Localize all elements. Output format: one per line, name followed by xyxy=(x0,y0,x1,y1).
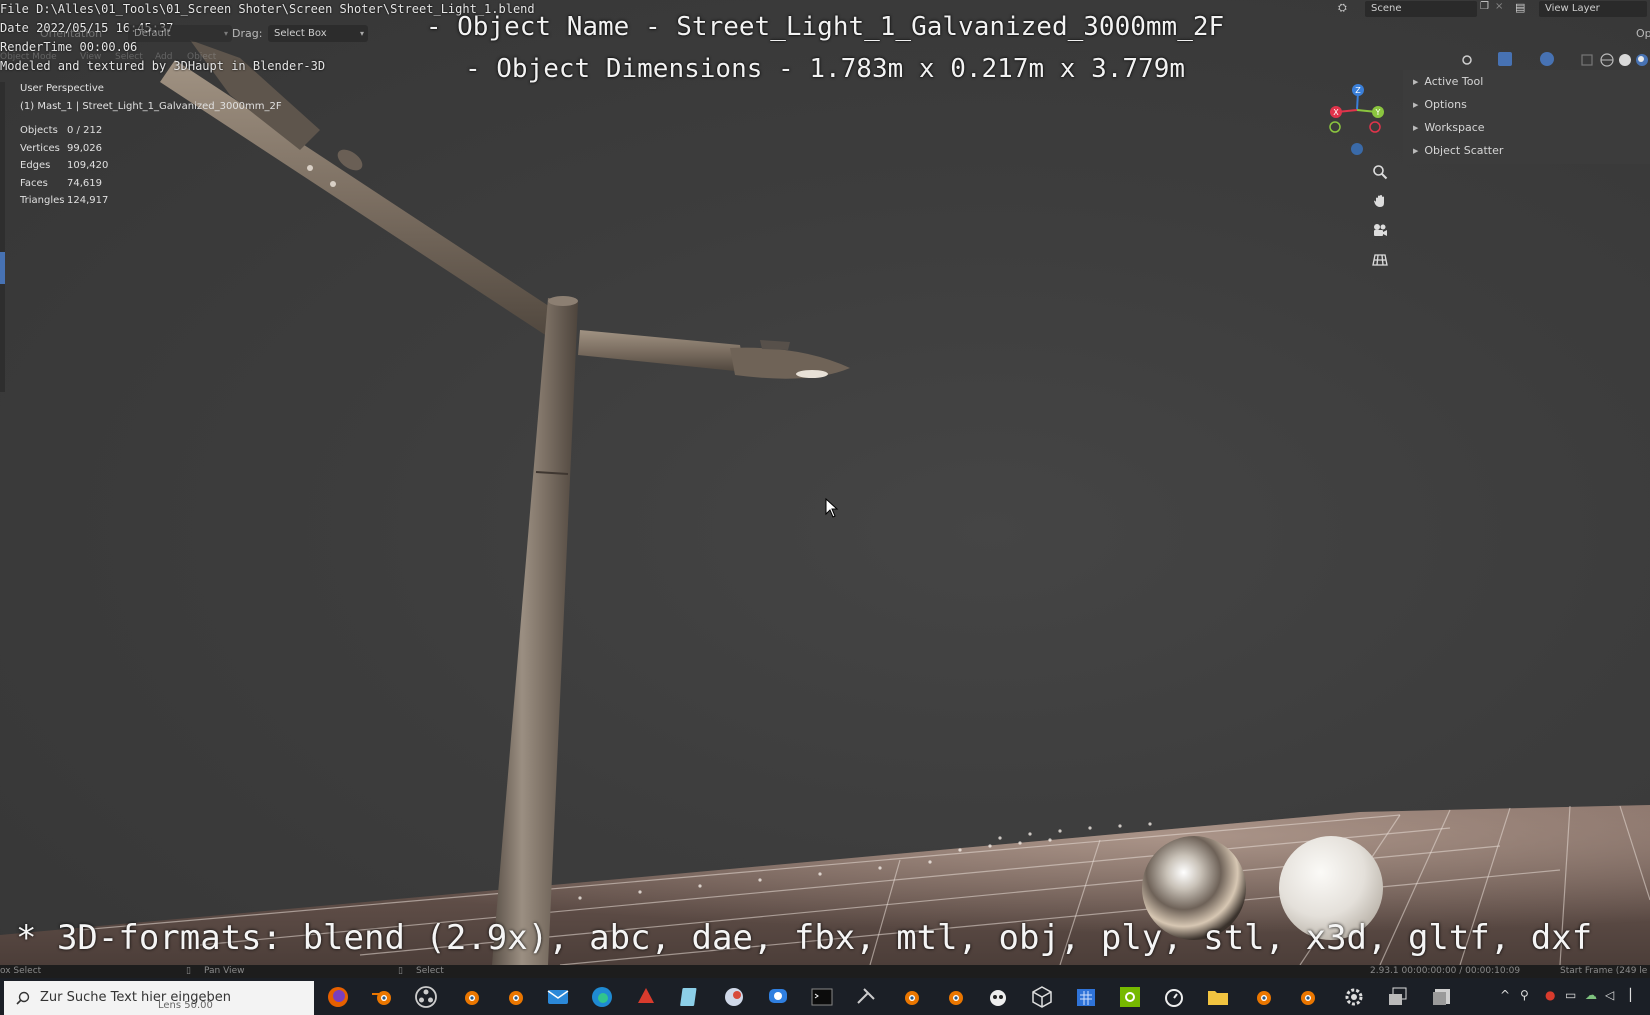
status-version-time: 2.93.1 00:00:00:00 / 00:00:10:09 xyxy=(1370,966,1521,976)
axis-z-label: Z xyxy=(1355,86,1361,95)
app-red-icon[interactable] xyxy=(634,985,658,1009)
blender-active-icon[interactable] xyxy=(898,985,922,1009)
object-dimensions-overlay: - Object Dimensions - 1.783m x 0.217m x … xyxy=(464,54,1186,84)
folder-icon[interactable] xyxy=(1206,985,1230,1009)
stat-key: Edges xyxy=(20,160,51,172)
disclosure-triangle-icon: ▶ xyxy=(1413,101,1419,109)
camera-icon[interactable] xyxy=(1368,218,1392,242)
lens-ghost-text: Lens 50.00 xyxy=(158,1000,213,1011)
new-scene-icon[interactable]: ❐ xyxy=(1480,1,1489,12)
mouse-icon: ▯ xyxy=(186,966,191,976)
speaker-icon[interactable]: ◁ xyxy=(1605,988,1614,1002)
blender-icon[interactable] xyxy=(502,985,526,1009)
navigation-gizmo[interactable]: Z Y X xyxy=(1325,82,1385,157)
close-icon[interactable]: × xyxy=(1495,1,1503,12)
window-stack-icon[interactable] xyxy=(1386,985,1410,1009)
taskbar: Zur Suche Text hier eingeben Lens 50.00 … xyxy=(0,978,1650,1015)
cube-icon[interactable] xyxy=(1030,985,1054,1009)
gear-icon[interactable] xyxy=(1342,985,1366,1009)
battery-tray-icon[interactable]: ▭ xyxy=(1565,988,1576,1002)
cloud-tray-icon[interactable]: ☁ xyxy=(1585,988,1597,1002)
zoom-icon[interactable] xyxy=(1368,160,1392,184)
stat-value: 74,619 xyxy=(67,177,102,189)
window-stack-icon[interactable] xyxy=(1430,985,1454,1009)
stat-key: Vertices xyxy=(20,142,60,154)
network-tray-icon[interactable]: ⚲ xyxy=(1520,988,1529,1002)
blender-icon[interactable] xyxy=(942,985,966,1009)
3d-viewport[interactable]: File D:\Alles\01_Tools\01_Screen Shoter\… xyxy=(0,0,1650,965)
status-box-select: ox Select xyxy=(0,966,42,976)
toolbar-edge[interactable] xyxy=(0,82,5,392)
sidebar-panel: ▶ Active Tool ▶ Options ▶ Workspace ▶ Object… xyxy=(1403,70,1650,164)
stats-row: Vertices 99,026 xyxy=(20,140,108,158)
stats-row: Faces 74,619 xyxy=(20,175,108,193)
obs-icon[interactable] xyxy=(414,985,438,1009)
mouse-cursor-icon xyxy=(825,498,839,518)
search-icon xyxy=(16,991,30,1005)
disclosure-triangle-icon: ▶ xyxy=(1413,147,1419,155)
blender-icon[interactable] xyxy=(1250,985,1274,1009)
nvidia-icon[interactable] xyxy=(1118,985,1142,1009)
viewport-stats: User Perspective (1) Mast_1 | Street_Lig… xyxy=(20,80,282,210)
edge-icon[interactable] xyxy=(590,985,614,1009)
stats-table: Objects 0 / 212 Vertices 99,026 Edges 109,4… xyxy=(20,122,108,210)
blender-icon[interactable] xyxy=(370,985,394,1009)
mouse-icon: ▯ xyxy=(398,966,403,976)
notes-icon[interactable] xyxy=(678,985,702,1009)
axis-neg-x-icon[interactable] xyxy=(1369,121,1381,133)
mail-icon[interactable] xyxy=(546,985,570,1009)
stat-value: 99,026 xyxy=(67,142,102,154)
sidebar-item-label: Workspace xyxy=(1424,121,1485,134)
sidebar-item-workspace[interactable]: ▶ Workspace xyxy=(1403,116,1650,139)
terminal-icon[interactable] xyxy=(810,985,834,1009)
stat-value: 124,917 xyxy=(67,195,109,207)
status-pan-view: Pan View xyxy=(204,966,245,976)
axis-neg-z-icon[interactable] xyxy=(1351,143,1363,155)
status-select: Select xyxy=(416,966,444,976)
stats-row: Triangles 124,917 xyxy=(20,192,108,210)
stat-key: Triangles xyxy=(20,195,65,207)
firefox-icon[interactable] xyxy=(326,985,350,1009)
tools-icon[interactable] xyxy=(854,985,878,1009)
formats-banner: * 3D-formats: blend (2.9x), abc, dae, fb… xyxy=(16,918,1593,958)
grid-icon[interactable] xyxy=(1368,247,1392,271)
blender-icon[interactable] xyxy=(458,985,482,1009)
calendar-icon[interactable] xyxy=(1074,985,1098,1009)
status-start-frame: Start Frame (249 le xyxy=(1560,966,1648,976)
stat-key: Objects xyxy=(20,125,58,137)
security-tray-icon[interactable]: ● xyxy=(1545,988,1555,1002)
active-object-label: (1) Mast_1 | Street_Light_1_Galvanized_3… xyxy=(20,101,282,112)
sidebar-item-object-scatter[interactable]: ▶ Object Scatter xyxy=(1403,139,1650,162)
chat-app-icon[interactable] xyxy=(766,985,790,1009)
status-bar: ox Select ▯ Pan View ▯ Select 2.93.1 00:… xyxy=(0,965,1650,978)
panda-icon[interactable] xyxy=(986,985,1010,1009)
active-tool-indicator xyxy=(0,252,5,284)
cloud-app-icon[interactable] xyxy=(722,985,746,1009)
stat-value: 109,420 xyxy=(67,160,109,172)
stat-key: Faces xyxy=(20,177,48,189)
axis-neg-y-icon[interactable] xyxy=(1329,121,1341,133)
stat-value: 0 / 212 xyxy=(67,125,103,137)
stats-row: Objects 0 / 212 xyxy=(20,122,108,140)
timer-icon[interactable] xyxy=(1162,985,1186,1009)
sidebar-item-label: Object Scatter xyxy=(1424,144,1504,157)
stats-row: Edges 109,420 xyxy=(20,157,108,175)
disclosure-triangle-icon: ▶ xyxy=(1413,124,1419,132)
pan-hand-icon[interactable] xyxy=(1368,189,1392,213)
chevron-up-icon[interactable]: ^ xyxy=(1500,988,1510,1002)
clock-icon[interactable]: ▏ xyxy=(1630,988,1639,1002)
axis-y-label: Y xyxy=(1375,108,1381,117)
sidebar-item-label: Options xyxy=(1424,98,1467,111)
axis-x-label: X xyxy=(1333,108,1339,117)
object-name-overlay: - Object Name - Street_Light_1_Galvanize… xyxy=(425,12,1225,42)
blender-icon[interactable] xyxy=(1294,985,1318,1009)
sidebar-item-options[interactable]: ▶ Options xyxy=(1403,93,1650,116)
